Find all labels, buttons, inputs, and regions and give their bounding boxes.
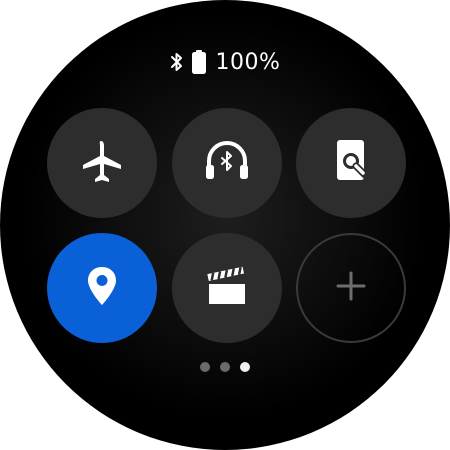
airplane-icon: [74, 133, 130, 194]
add-tile-button[interactable]: [296, 233, 406, 343]
page-dot: [200, 362, 210, 372]
bluetooth-headphones-icon: [199, 133, 255, 194]
find-phone-icon: [323, 133, 379, 194]
plus-icon: [323, 258, 379, 319]
battery-icon: [191, 50, 206, 74]
airplane-mode-button[interactable]: [47, 108, 157, 218]
watch-screen: 100%: [0, 0, 450, 450]
battery-percent: 100%: [215, 49, 281, 75]
status-bar: 100%: [0, 47, 450, 77]
theater-mode-button[interactable]: [172, 233, 282, 343]
find-my-phone-button[interactable]: [296, 108, 406, 218]
location-button[interactable]: [47, 233, 157, 343]
clapperboard-icon: [199, 258, 255, 319]
bluetooth-audio-button[interactable]: [172, 108, 282, 218]
location-pin-icon: [74, 258, 130, 319]
bluetooth-icon: [170, 52, 184, 72]
page-indicator: [0, 361, 450, 373]
page-dot: [220, 362, 230, 372]
page-dot-current: [240, 362, 250, 372]
